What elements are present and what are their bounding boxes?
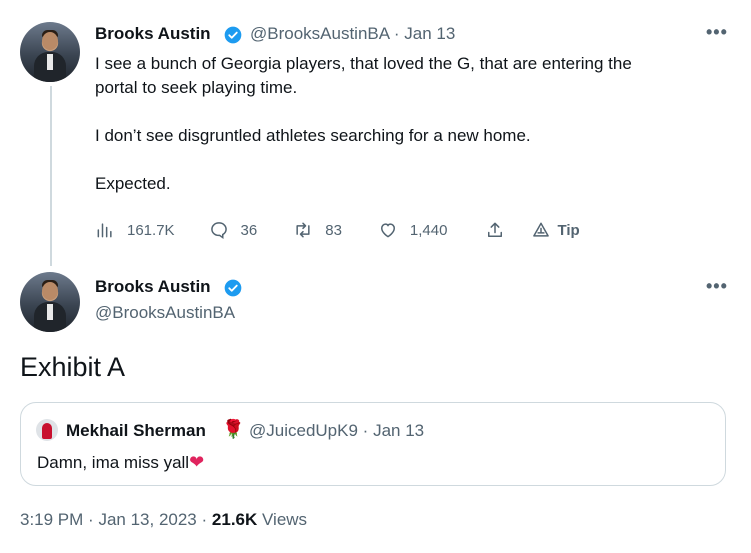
tweet-text: Exhibit A — [20, 352, 126, 382]
like-count: 1,440 — [409, 221, 448, 239]
quote-text: Damn, ima miss yall — [37, 453, 190, 472]
share-icon — [488, 222, 503, 237]
verified-badge-icon — [224, 26, 242, 44]
retweet-icon — [296, 222, 310, 238]
tip-icon — [533, 222, 550, 237]
reply-icon — [210, 222, 227, 240]
thread-connector — [50, 86, 52, 266]
author-handle[interactable]: @BrooksAustinBA — [95, 303, 235, 323]
more-options-icon[interactable]: ••• — [706, 276, 728, 297]
tweet-full-date[interactable]: Jan 13, 2023 — [98, 510, 196, 529]
rose-emoji: 🌹 — [222, 419, 245, 439]
tweet-date[interactable]: Jan 13 — [404, 24, 455, 43]
retweet-count: 83 — [325, 221, 342, 239]
reply-button[interactable]: 36 — [209, 220, 258, 240]
views-label: Views — [262, 510, 308, 529]
like-button[interactable]: 1,440 — [378, 220, 448, 240]
author-name[interactable]: Brooks Austin — [95, 277, 211, 297]
verified-badge-icon — [224, 279, 242, 297]
tip-button[interactable]: Tip — [531, 220, 580, 240]
tweet-text: I see a bunch of Georgia players, that l… — [95, 52, 715, 196]
retweet-button[interactable]: 83 — [293, 220, 342, 240]
avatar[interactable] — [20, 22, 80, 82]
share-button[interactable] — [485, 220, 505, 240]
views-button[interactable]: 161.7K — [95, 220, 175, 240]
views-count[interactable]: 21.6K — [212, 510, 257, 529]
tweet-meta: 3:19 PM · Jan 13, 2023 · 21.6K Views — [20, 510, 307, 530]
quoted-tweet[interactable]: Mekhail Sherman 🌹 @JuicedUpK9 · Jan 13 D… — [20, 402, 726, 486]
tweet-actions: 161.7K 36 83 1,440 Tip — [95, 218, 580, 242]
author-name[interactable]: Brooks Austin — [95, 24, 211, 44]
separator: · — [88, 510, 94, 529]
tip-label: Tip — [557, 221, 580, 239]
tweet-line: I don’t see disgruntled athletes searchi… — [95, 126, 531, 145]
quote-author-name: Mekhail Sherman — [66, 421, 206, 440]
author-handle[interactable]: @BrooksAustinBA — [250, 24, 389, 43]
more-options-icon[interactable]: ••• — [706, 22, 728, 43]
reply-count: 36 — [240, 221, 258, 239]
separator: · — [393, 24, 400, 43]
heart-emoji: ❤ — [189, 452, 205, 472]
tweet-line: I see a bunch of Georgia players, that l… — [95, 54, 632, 73]
tweet-line: portal to seek playing time. — [95, 78, 298, 97]
tweet-line: Expected. — [95, 174, 171, 193]
separator: · — [201, 510, 208, 529]
views-count: 161.7K — [127, 221, 175, 239]
avatar[interactable] — [20, 272, 80, 332]
separator: · — [362, 421, 369, 440]
quote-date: Jan 13 — [373, 421, 425, 440]
quote-avatar — [36, 419, 58, 441]
analytics-icon — [97, 223, 112, 238]
tweet-time[interactable]: 3:19 PM — [20, 510, 83, 529]
heart-icon — [380, 223, 395, 238]
quote-author-handle: @JuicedUpK9 — [249, 421, 358, 440]
